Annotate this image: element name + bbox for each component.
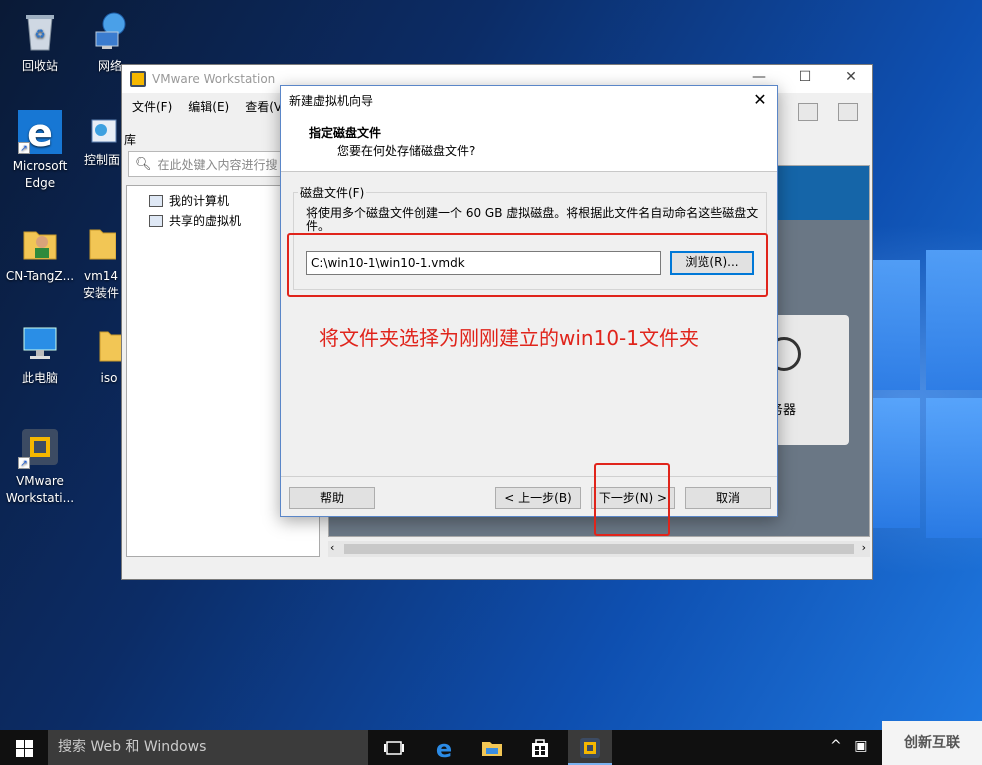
svg-text:e: e xyxy=(436,736,452,760)
desktop-icon-vmware[interactable]: ↗ VMware Workstati... xyxy=(0,425,80,507)
annotation-highlight-next xyxy=(594,463,670,536)
vmware-taskbar-icon xyxy=(580,738,600,758)
desktop-icon-recycle-bin[interactable]: ♻ 回收站 xyxy=(0,10,80,75)
desktop-icon-user-folder[interactable]: CN-TangZ... xyxy=(0,220,80,285)
wizard-title: 新建虚拟机向导 xyxy=(289,93,374,108)
windows-start-icon xyxy=(16,740,24,748)
desktop-icon-vm14-folder[interactable]: vm14安装件 xyxy=(80,220,122,302)
computer-icon xyxy=(149,194,163,207)
desktop-icon-this-pc[interactable]: 此电脑 xyxy=(0,322,80,387)
computer-monitor-icon xyxy=(18,322,62,366)
search-icon: 🔍︎ xyxy=(135,156,152,172)
cancel-button[interactable]: 取消 xyxy=(685,487,771,509)
disk-file-description: 将使用多个磁盘文件创建一个 60 GB 虚拟磁盘。将根据此文件名自动命名这些磁盘… xyxy=(306,206,759,233)
taskbar-search-box[interactable]: 搜索 Web 和 Windows xyxy=(48,730,368,765)
desktop-icon-iso-folder[interactable]: iso xyxy=(96,322,123,387)
vmware-taskbar-button[interactable] xyxy=(568,730,612,765)
library-label: 库 xyxy=(124,133,137,147)
tree-item-label: 我的计算机 xyxy=(169,194,230,208)
desktop-icon-edge[interactable]: e ↗ Microsoft Edge xyxy=(0,110,80,192)
toolbar-unity-icon[interactable] xyxy=(798,103,818,121)
desktop-icon-label: 此电脑 xyxy=(21,371,58,385)
search-placeholder: 在此处键入内容进行搜 xyxy=(157,157,278,172)
tree-item-my-computer[interactable]: 我的计算机 xyxy=(149,192,229,209)
file-explorer-icon[interactable] xyxy=(480,736,504,760)
scrollbar-thumb[interactable] xyxy=(344,544,854,554)
help-button[interactable]: 帮助 xyxy=(289,487,375,509)
wizard-close-icon[interactable]: ✕ xyxy=(749,89,771,111)
watermark-logo: 创新互联 xyxy=(882,721,982,765)
desktop-icon-label: Microsoft Edge xyxy=(12,159,68,190)
folder-icon xyxy=(96,322,123,366)
taskbar: 搜索 Web 和 Windows e ^ ▣ xyxy=(0,730,982,765)
disk-file-group-label: 磁盘文件(F) xyxy=(298,184,367,201)
network-globe-icon xyxy=(88,10,132,54)
back-button[interactable]: < 上一步(B) xyxy=(495,487,581,509)
menu-file[interactable]: 文件(F) xyxy=(132,98,172,115)
annotation-text: 将文件夹选择为刚刚建立的win10-1文件夹 xyxy=(319,326,699,350)
vmware-workstation-icon: ↗ xyxy=(18,425,62,469)
control-panel-icon xyxy=(90,118,118,148)
svg-text:e: e xyxy=(27,111,53,154)
wizard-title-bar[interactable]: 新建虚拟机向导 xyxy=(281,86,777,114)
watermark-text: 创新互联 xyxy=(904,735,960,751)
desktop-icon-control-panel[interactable]: 控制面板 xyxy=(84,118,124,169)
tree-item-shared-vms[interactable]: 共享的虚拟机 xyxy=(149,212,241,229)
maximize-button[interactable]: ☐ xyxy=(782,69,828,85)
user-folder-icon xyxy=(18,220,62,264)
folder-icon xyxy=(86,220,117,264)
svg-text:♻: ♻ xyxy=(35,27,46,41)
wizard-heading: 指定磁盘文件 xyxy=(309,126,382,140)
desktop-icon-label: iso xyxy=(100,371,118,385)
start-button[interactable] xyxy=(0,730,48,765)
vmware-window-title: VMware Workstation xyxy=(152,72,276,86)
recycle-bin-icon: ♻ xyxy=(18,10,62,54)
shortcut-arrow-icon: ↗ xyxy=(18,142,30,154)
desktop-icon-label: VMware Workstati... xyxy=(5,474,75,505)
shared-vm-icon xyxy=(149,214,163,227)
wizard-subheading: 您要在何处存储磁盘文件? xyxy=(337,144,476,158)
edge-browser-icon: e ↗ xyxy=(18,110,62,155)
new-vm-wizard-dialog: 新建虚拟机向导 ✕ 指定磁盘文件 您要在何处存储磁盘文件? 磁盘文件(F) 将使… xyxy=(280,85,778,517)
tray-network-icon[interactable]: ▣ xyxy=(854,738,867,754)
scroll-left-icon[interactable]: ‹ xyxy=(330,541,334,554)
menu-edit[interactable]: 编辑(E) xyxy=(188,98,229,115)
windows-logo-wallpaper xyxy=(860,250,982,550)
wizard-footer-divider xyxy=(281,476,777,477)
vmware-logo-icon xyxy=(130,71,146,87)
store-icon[interactable] xyxy=(528,736,552,760)
system-tray: ^ ▣ xyxy=(830,738,867,754)
toolbar-console-icon[interactable] xyxy=(838,103,858,121)
shortcut-arrow-icon: ↗ xyxy=(18,457,30,469)
wizard-header: 指定磁盘文件 您要在何处存储磁盘文件? xyxy=(281,114,777,172)
tray-chevron-up-icon[interactable]: ^ xyxy=(830,738,842,754)
desktop-icon-label: 控制面板 xyxy=(84,153,120,167)
task-view-icon[interactable] xyxy=(382,736,406,760)
tree-item-label: 共享的虚拟机 xyxy=(169,214,242,228)
desktop-icon-label: CN-TangZ... xyxy=(5,269,75,283)
scroll-right-icon[interactable]: › xyxy=(862,541,866,554)
annotation-highlight-path xyxy=(287,233,768,297)
minimize-button[interactable]: — xyxy=(736,69,782,85)
desktop-icon-label: 回收站 xyxy=(21,59,58,73)
desktop-icon-label: vm14安装件 xyxy=(82,269,119,300)
close-button[interactable]: ✕ xyxy=(828,69,874,85)
horizontal-scrollbar[interactable]: ‹ › xyxy=(328,541,870,557)
edge-taskbar-icon[interactable]: e xyxy=(432,735,456,763)
